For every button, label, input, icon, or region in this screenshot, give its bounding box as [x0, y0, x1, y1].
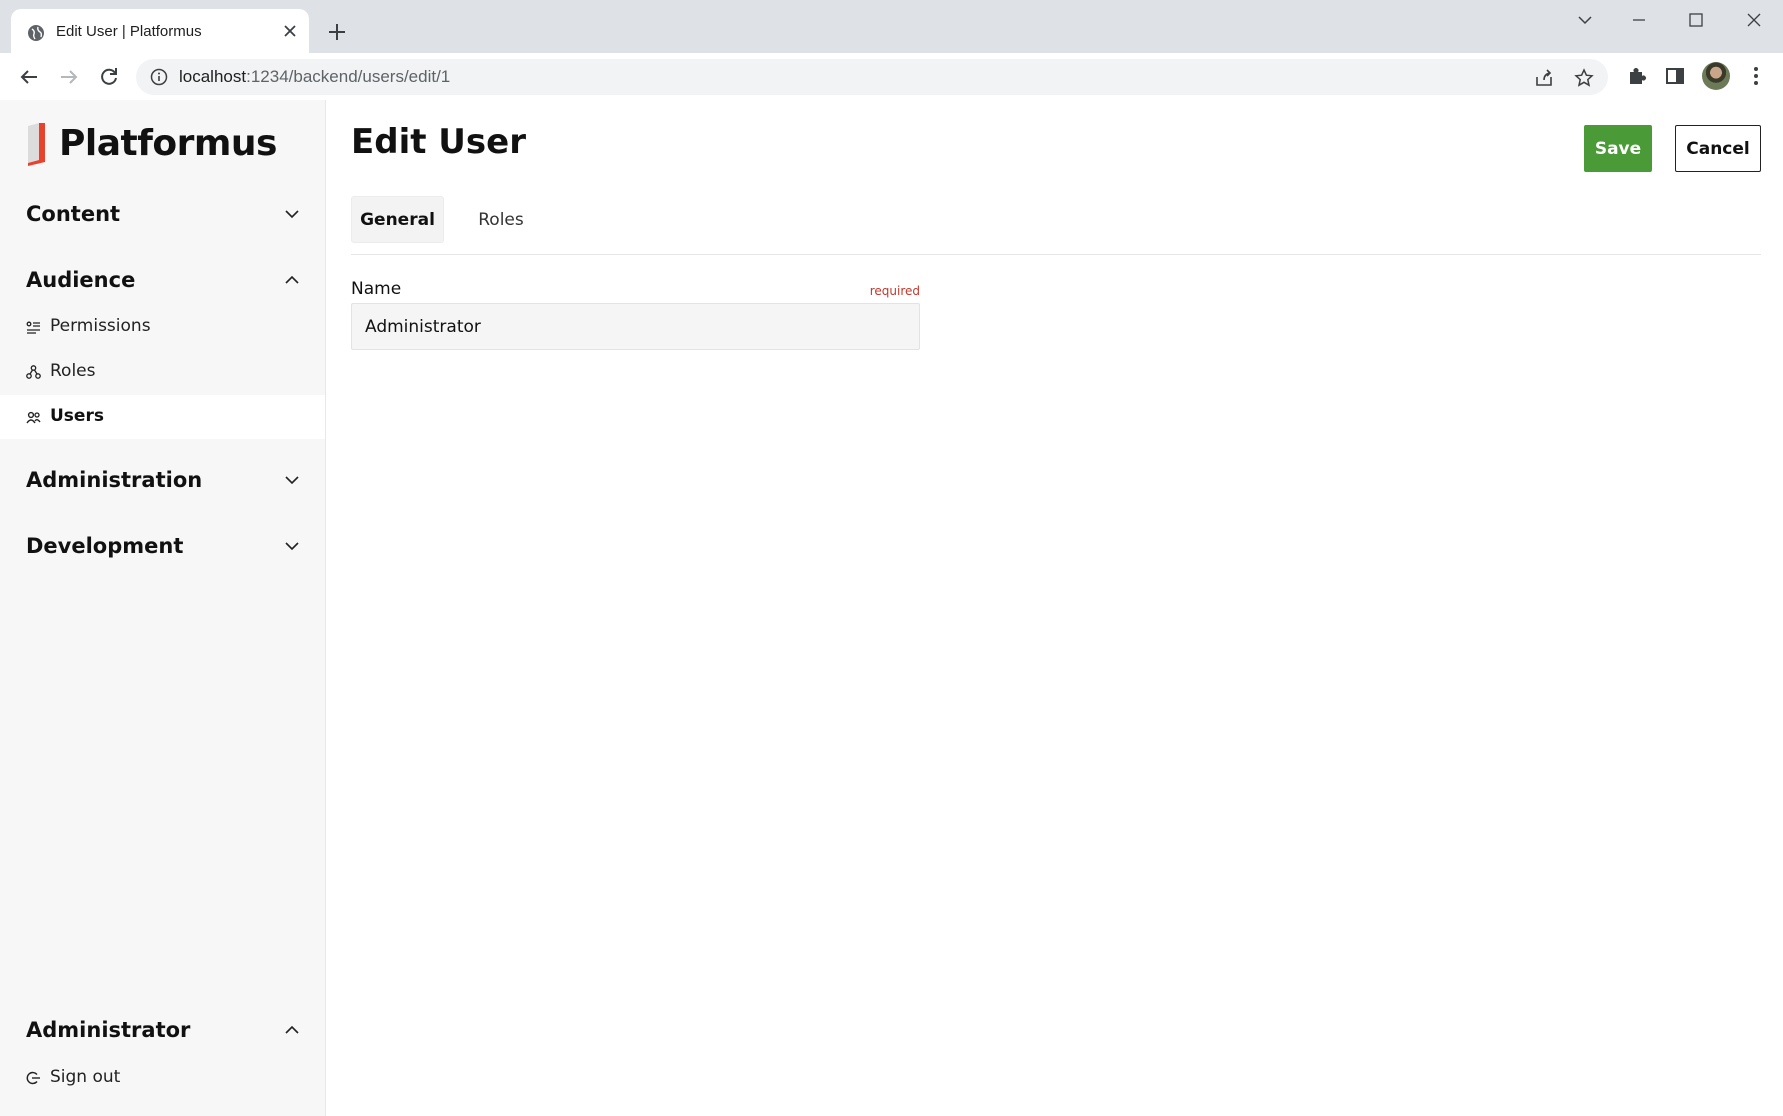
- save-button[interactable]: Save: [1584, 125, 1652, 172]
- chevron-down-icon[interactable]: [283, 208, 301, 220]
- url-host: localhost: [179, 67, 247, 86]
- menu-group-label[interactable]: Audience: [26, 268, 135, 292]
- chevron-up-icon[interactable]: [283, 1024, 301, 1036]
- account-name[interactable]: Administrator: [26, 1018, 190, 1042]
- sidebar-item-permissions[interactable]: Permissions: [0, 305, 325, 349]
- window-close-icon[interactable]: [1735, 8, 1773, 32]
- profile-avatar[interactable]: [1702, 62, 1730, 90]
- main-content: Edit User Save Cancel General Roles Name…: [326, 100, 1783, 1116]
- name-input[interactable]: [351, 303, 920, 350]
- extensions-puzzle-icon[interactable]: [1626, 65, 1648, 87]
- bookmark-star-icon[interactable]: [1574, 68, 1594, 88]
- chevron-up-icon[interactable]: [283, 274, 301, 286]
- address-bar[interactable]: localhost:1234/backend/users/edit/1: [136, 59, 1608, 95]
- sidebar-item-roles[interactable]: Roles: [0, 350, 325, 394]
- sidebar-item-label: Users: [50, 406, 104, 426]
- sidebar-item-sign-out[interactable]: Sign out: [0, 1056, 325, 1100]
- new-tab-icon[interactable]: [326, 21, 348, 43]
- form-tabs: General Roles: [351, 196, 1761, 255]
- minimize-icon[interactable]: [1620, 8, 1658, 32]
- app: Platformus Content Audience Permissions: [0, 100, 1783, 1116]
- permissions-icon: [26, 321, 40, 334]
- side-panel-icon[interactable]: [1664, 65, 1686, 87]
- sidebar-item-label: Sign out: [50, 1067, 121, 1087]
- chevron-down-icon[interactable]: [283, 474, 301, 486]
- platformus-logo-icon: [28, 123, 45, 166]
- tab-search-icon[interactable]: [1566, 8, 1604, 32]
- brand-name: Platformus: [59, 123, 277, 164]
- menu-group-label[interactable]: Administration: [26, 468, 202, 492]
- browser-tab[interactable]: Edit User | Platformus: [11, 9, 309, 53]
- chevron-down-icon[interactable]: [283, 540, 301, 552]
- forward-arrow-icon[interactable]: [55, 63, 83, 91]
- url-text[interactable]: localhost:1234/backend/users/edit/1: [179, 67, 450, 87]
- tab-general[interactable]: General: [351, 196, 444, 243]
- reload-icon[interactable]: [95, 63, 123, 91]
- info-icon[interactable]: [150, 68, 168, 86]
- name-label: Name: [351, 279, 402, 299]
- browser-toolbar: localhost:1234/backend/users/edit/1: [0, 53, 1783, 100]
- required-indicator: required: [869, 284, 920, 298]
- users-icon: [26, 411, 41, 424]
- sidebar-item-label: Permissions: [50, 316, 151, 336]
- tab-title: Edit User | Platformus: [56, 23, 202, 40]
- sidebar-item-users[interactable]: Users: [0, 395, 325, 439]
- roles-icon: [26, 365, 41, 379]
- menu-group-label[interactable]: Content: [26, 202, 120, 226]
- sign-out-icon: [26, 1071, 40, 1085]
- menu-group-label[interactable]: Development: [26, 534, 183, 558]
- sidebar: Platformus Content Audience Permissions: [0, 100, 326, 1116]
- back-arrow-icon[interactable]: [15, 63, 43, 91]
- maximize-icon[interactable]: [1677, 8, 1715, 32]
- globe-icon: [28, 25, 44, 41]
- sidebar-item-label: Roles: [50, 361, 96, 381]
- cancel-button[interactable]: Cancel: [1675, 125, 1761, 172]
- url-path: :1234/backend/users/edit/1: [246, 67, 451, 86]
- share-icon[interactable]: [1534, 68, 1554, 88]
- browser-chrome: Edit User | Platformus localhost:1234/ba…: [0, 0, 1783, 100]
- tab-strip: Edit User | Platformus: [0, 0, 1783, 53]
- close-icon[interactable]: [281, 22, 299, 40]
- page-title: Edit User: [351, 122, 526, 162]
- kebab-menu-icon[interactable]: [1745, 65, 1767, 87]
- tab-roles[interactable]: Roles: [459, 196, 543, 243]
